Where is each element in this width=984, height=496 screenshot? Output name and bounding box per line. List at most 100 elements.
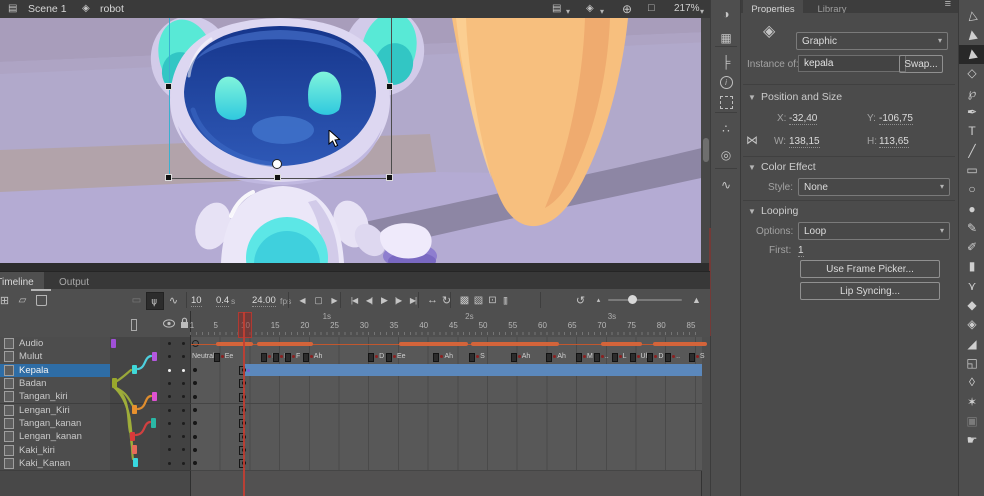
layer-lock-dot[interactable] [182, 369, 185, 372]
selection-handle-mid-left[interactable] [166, 84, 171, 89]
layer-visible-dot[interactable] [168, 355, 171, 358]
free-transform-tool[interactable]: ▶ [959, 45, 984, 64]
lip-syncing-button[interactable]: Lip Syncing... [800, 282, 940, 300]
use-frame-picker-button[interactable]: Use Frame Picker... [800, 260, 940, 278]
stage-vscroll-thumb[interactable] [703, 138, 709, 162]
selection-tool[interactable]: ▷ [959, 6, 984, 25]
keyframe-dot[interactable] [583, 355, 586, 358]
keyframe-dot[interactable] [637, 355, 640, 358]
selection-handle-mid-right[interactable] [387, 84, 392, 89]
gradient-transform-tool[interactable]: ◇ [959, 64, 984, 83]
oval-tool[interactable]: ○ [959, 180, 984, 199]
keyframe-dot[interactable] [393, 355, 396, 358]
frames-row-audio[interactable] [190, 337, 702, 351]
keyframe-rect[interactable] [546, 353, 552, 362]
layer-row-mulut[interactable]: Mulut [0, 350, 110, 364]
keyframe-dot-f1[interactable] [193, 368, 197, 372]
keyframe-rect[interactable] [511, 353, 517, 362]
layer-lock-dot[interactable] [182, 422, 185, 425]
keyframe-rect[interactable] [647, 353, 653, 362]
edit-symbol-chevron-icon[interactable]: ▾ [600, 8, 604, 16]
edit-symbol-icon[interactable]: ◈ [586, 4, 594, 14]
keyframe-rect[interactable] [214, 353, 220, 362]
loop-playback-icon[interactable]: ↻ [438, 292, 454, 308]
modify-markers-icon[interactable]: [|] [497, 292, 513, 308]
frames-row-kepala[interactable] [190, 364, 702, 378]
tab-properties[interactable]: Properties [743, 0, 803, 13]
new-layer-icon[interactable]: ⊞ [0, 292, 12, 308]
keyframe-dot-f1[interactable] [193, 461, 197, 465]
eye-visibility-icon[interactable] [163, 319, 175, 328]
layer-lock-dot[interactable] [182, 462, 185, 465]
y-value[interactable]: -106,75 [879, 114, 913, 125]
keyframe-rect[interactable] [665, 353, 671, 362]
keyframe-rect[interactable] [469, 353, 475, 362]
keyframe-dot[interactable] [375, 355, 378, 358]
layer-visible-dot[interactable] [168, 409, 171, 412]
playhead-line[interactable] [243, 312, 245, 496]
align-panel-icon[interactable]: ╞ [711, 53, 741, 71]
paint-bucket-tool[interactable]: ◆ [959, 296, 984, 315]
show-parenting-view-icon[interactable]: ⋔ [146, 292, 164, 310]
layer-visible-dot[interactable] [168, 342, 171, 345]
frames-row-tangan_kiri[interactable] [190, 390, 702, 404]
x-value[interactable]: -32,40 [789, 114, 817, 125]
layer-lock-dot[interactable] [182, 395, 185, 398]
layer-lock-dot[interactable] [182, 435, 185, 438]
keyframe-rect[interactable] [689, 353, 695, 362]
keyframe-dot[interactable] [440, 355, 443, 358]
layer-row-kaki_kanan[interactable]: Kaki_Kanan [0, 457, 110, 471]
layer-row-badan[interactable]: Badan [0, 377, 110, 391]
layer-row-tangan_kiri[interactable]: Tangan_kiri [0, 390, 110, 404]
layer-parenting-cell[interactable] [110, 337, 160, 351]
frames-row-lengan_kanan[interactable] [190, 430, 702, 444]
keyframe-dot[interactable] [696, 355, 699, 358]
clip-content-icon[interactable]: □ [648, 3, 655, 14]
loop-options-dropdown[interactable]: Loop▾ [798, 222, 950, 240]
keyframe-dot-f1[interactable] [193, 395, 197, 399]
keyframe-dot-f1[interactable] [193, 421, 197, 425]
zoom-level-chevron-icon[interactable]: ▾ [700, 8, 704, 16]
oval-primitive-tool[interactable]: ● [959, 199, 984, 218]
assets-panel-icon[interactable]: ∴ [711, 120, 741, 138]
keyframe-rect[interactable] [630, 353, 636, 362]
keyframe-rect[interactable] [576, 353, 582, 362]
text-tool[interactable]: T [959, 122, 984, 141]
style-dropdown[interactable]: None▾ [798, 178, 950, 196]
insert-keyframe-forward-icon[interactable]: ▶ [326, 292, 342, 308]
layer-visible-dot[interactable] [168, 369, 171, 372]
keyframe-dot-f1[interactable] [193, 435, 197, 439]
panel-menu-icon[interactable]: ≡ [945, 0, 951, 10]
keyframe-dot[interactable] [221, 355, 224, 358]
pencil-tool[interactable]: ✎ [959, 218, 984, 237]
layer-visible-dot[interactable] [168, 435, 171, 438]
layer-row-kaki_kiri[interactable]: Kaki_kiri [0, 443, 110, 457]
keyframe-rect[interactable] [285, 353, 291, 362]
scene-clapper-icon[interactable]: ▤ [8, 4, 17, 14]
keyframe-rect[interactable] [433, 353, 439, 362]
timeline-zoom-slider-track[interactable] [608, 299, 682, 301]
paint-brush-tool[interactable]: ✐ [959, 238, 984, 257]
layer-lock-dot[interactable] [182, 382, 185, 385]
h-value[interactable]: 113,65 [879, 137, 909, 148]
eraser-tool[interactable]: ◱ [959, 353, 984, 372]
keyframe-dot[interactable] [672, 355, 675, 358]
playhead-marker[interactable] [238, 312, 252, 338]
keyframe-dot[interactable] [268, 355, 271, 358]
current-frame-value[interactable]: 10 [191, 296, 202, 307]
stage-hscrollbar[interactable] [0, 263, 710, 271]
tab-output[interactable]: Output [48, 272, 100, 290]
zoom-in-frames-icon[interactable]: ▲ [688, 292, 704, 308]
step-forward-icon[interactable]: |▶ [390, 292, 406, 308]
color-panel-icon[interactable]: ◑ [711, 5, 741, 23]
transform-point[interactable] [272, 159, 282, 169]
frames-row-mulut[interactable]: NeutralEeDEFAhDEeAhSAhAhM..LUhD..S [190, 350, 702, 364]
lasso-tool[interactable]: ℘ [959, 83, 984, 102]
edit-scene-chevron-icon[interactable]: ▾ [566, 8, 570, 16]
parenting-tag-lengan_kanan[interactable] [130, 432, 135, 441]
symbol-behavior-dropdown[interactable]: Graphic▾ [796, 32, 948, 50]
parenting-tag-kaki_kanan[interactable] [133, 458, 138, 467]
keyframe-dot[interactable] [292, 355, 295, 358]
parenting-tag-kaki_kiri[interactable] [132, 445, 137, 454]
keyframe-dot-f1[interactable] [193, 381, 197, 385]
